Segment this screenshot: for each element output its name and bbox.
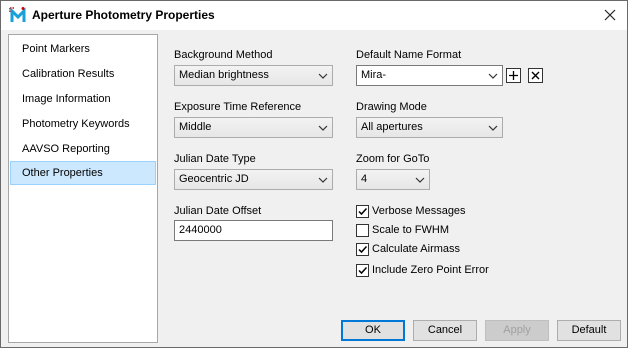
- nav-item-point-markers[interactable]: Point Markers: [10, 37, 156, 61]
- checkbox-box[interactable]: [356, 242, 369, 256]
- add-format-button[interactable]: [506, 68, 521, 83]
- chevron-down-icon: [318, 177, 328, 183]
- apply-button: Apply: [485, 320, 549, 341]
- x-icon: [531, 71, 540, 80]
- nav-item-other-properties[interactable]: Other Properties: [10, 161, 156, 185]
- checkbox-box[interactable]: [356, 223, 369, 237]
- julian-date-type-label: Julian Date Type: [174, 153, 256, 165]
- nav-item-aavso-reporting[interactable]: AAVSO Reporting: [10, 137, 156, 161]
- default-name-format-value: Mira-: [361, 69, 387, 81]
- zoom-goto-label: Zoom for GoTo: [356, 153, 430, 165]
- verbose-messages-checkbox[interactable]: Verbose Messages: [356, 203, 466, 219]
- close-icon[interactable]: [599, 5, 621, 25]
- scale-to-fwhm-checkbox[interactable]: Scale to FWHM: [356, 222, 449, 238]
- remove-format-button[interactable]: [528, 68, 543, 83]
- checkbox-box[interactable]: [356, 263, 369, 277]
- julian-date-offset-label: Julian Date Offset: [174, 205, 262, 217]
- nav-item-image-information[interactable]: Image Information: [10, 87, 156, 111]
- drawing-mode-value: All apertures: [361, 121, 423, 133]
- title-bar: Aperture Photometry Properties: [1, 1, 627, 30]
- zoom-goto-value: 4: [361, 173, 368, 185]
- checkmark-icon: [358, 207, 368, 215]
- chevron-down-icon[interactable]: [488, 72, 498, 80]
- drawing-mode-label: Drawing Mode: [356, 101, 427, 113]
- aperture-m-icon: [9, 6, 27, 24]
- background-method-value: Median brightness: [179, 69, 269, 81]
- default-button[interactable]: Default: [557, 320, 621, 341]
- nav-item-photometry-keywords[interactable]: Photometry Keywords: [10, 112, 156, 136]
- background-method-select[interactable]: Median brightness: [174, 65, 333, 86]
- julian-date-type-value: Geocentric JD: [179, 173, 249, 185]
- ok-button[interactable]: OK: [341, 320, 405, 341]
- checkmark-icon: [358, 245, 368, 253]
- drawing-mode-select[interactable]: All apertures: [356, 117, 503, 138]
- exposure-time-label: Exposure Time Reference: [174, 101, 302, 113]
- chevron-down-icon: [415, 177, 425, 183]
- default-name-format-label: Default Name Format: [356, 49, 462, 61]
- exposure-time-value: Middle: [179, 121, 212, 133]
- properties-dialog: Aperture Photometry Properties Point Mar…: [0, 0, 628, 348]
- julian-date-type-select[interactable]: Geocentric JD: [174, 169, 333, 190]
- verbose-messages-label: Verbose Messages: [372, 205, 466, 217]
- scale-to-fwhm-label: Scale to FWHM: [372, 224, 450, 236]
- include-zero-point-error-label: Include Zero Point Error: [372, 264, 489, 276]
- calculate-airmass-checkbox[interactable]: Calculate Airmass: [356, 241, 460, 257]
- chevron-down-icon: [488, 125, 498, 131]
- plus-icon: [509, 71, 518, 80]
- checkmark-icon: [358, 266, 368, 274]
- exposure-time-select[interactable]: Middle: [174, 117, 333, 138]
- nav-item-calibration-results[interactable]: Calibration Results: [10, 62, 156, 86]
- chevron-down-icon: [318, 125, 328, 131]
- chevron-down-icon: [318, 73, 328, 79]
- checkbox-box[interactable]: [356, 204, 369, 218]
- zoom-goto-select[interactable]: 4: [356, 169, 430, 190]
- julian-date-offset-field[interactable]: 2440000: [174, 220, 333, 241]
- background-method-label: Background Method: [174, 49, 273, 61]
- default-name-format-combo[interactable]: Mira-: [356, 65, 503, 86]
- category-list[interactable]: Point Markers Calibration Results Image …: [8, 34, 158, 343]
- cancel-button[interactable]: Cancel: [413, 320, 477, 341]
- include-zero-point-error-checkbox[interactable]: Include Zero Point Error: [356, 262, 489, 278]
- window-title: Aperture Photometry Properties: [32, 8, 215, 22]
- calculate-airmass-label: Calculate Airmass: [372, 243, 461, 255]
